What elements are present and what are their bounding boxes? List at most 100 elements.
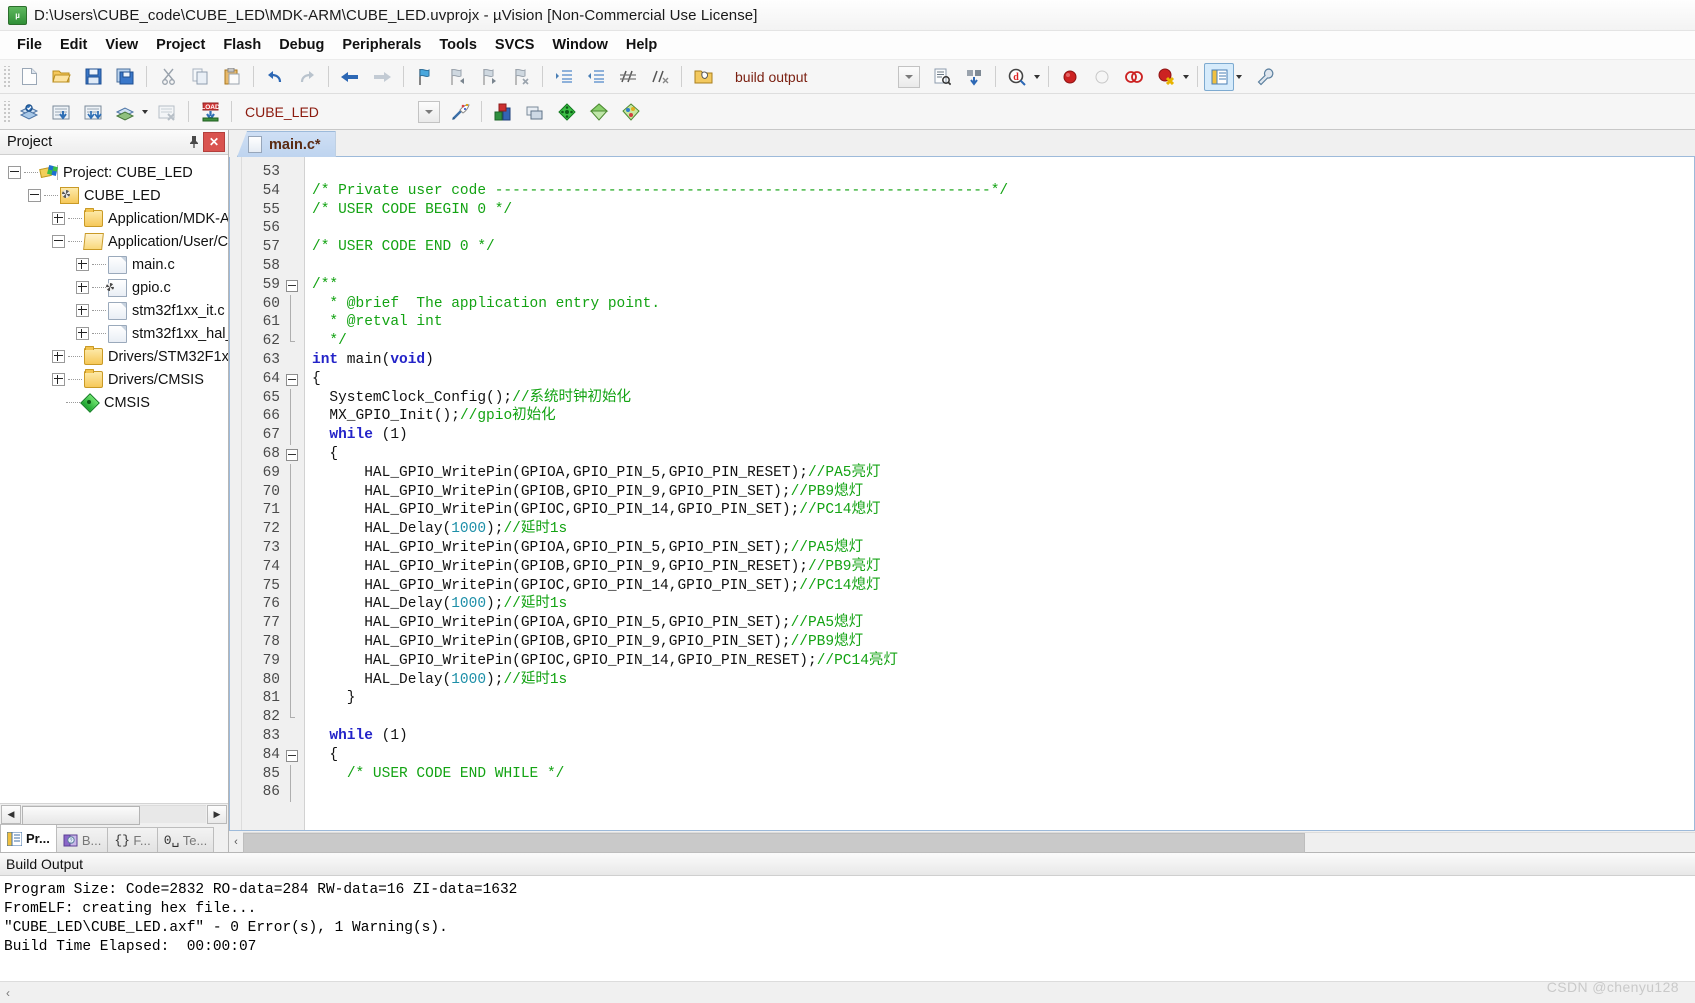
fold-collapse-icon[interactable]	[286, 373, 298, 386]
fold-collapse-icon[interactable]	[286, 279, 298, 292]
configure-build-output-icon[interactable]	[688, 63, 718, 91]
expander-plus-icon[interactable]	[52, 373, 65, 386]
menu-project[interactable]: Project	[147, 34, 214, 56]
fold-collapse-icon[interactable]	[286, 448, 298, 461]
build-output-scrollbar[interactable]: ‹	[0, 981, 1695, 1003]
stop-build-icon[interactable]	[152, 98, 182, 126]
build-icon[interactable]	[46, 98, 76, 126]
tab-project[interactable]: Pr...	[0, 824, 57, 852]
scroll-track[interactable]	[243, 832, 1695, 853]
manage-project-items-icon[interactable]	[445, 98, 475, 126]
menu-svcs[interactable]: SVCS	[486, 34, 544, 56]
tab-books[interactable]: ? B...	[55, 827, 109, 852]
menu-window[interactable]: Window	[543, 34, 616, 56]
outdent-icon[interactable]	[581, 63, 611, 91]
scroll-right-button[interactable]: ▶	[207, 804, 227, 824]
download-icon[interactable]: LOAD	[195, 98, 225, 126]
pin-icon[interactable]	[185, 133, 203, 151]
kill-all-breakpoints-icon[interactable]	[1151, 63, 1181, 91]
find-in-files-icon[interactable]	[927, 63, 957, 91]
bookmark-clear-icon[interactable]	[506, 63, 536, 91]
comment-icon[interactable]	[613, 63, 643, 91]
tree-item-drivers-cmsis[interactable]: Drivers/CMSIS	[0, 368, 228, 391]
toolbar-grip-2[interactable]	[2, 100, 10, 123]
tree-item-stm32f1xx-it-c[interactable]: stm32f1xx_it.c	[0, 299, 228, 322]
scroll-track[interactable]	[22, 805, 206, 825]
new-file-icon[interactable]	[14, 63, 44, 91]
scroll-left-button[interactable]: ◀	[1, 804, 21, 824]
scroll-thumb[interactable]	[22, 806, 140, 825]
close-icon[interactable]: ✕	[203, 132, 225, 152]
debug-search-dropdown-arrow[interactable]	[1034, 74, 1040, 79]
tree-item-gpio-c[interactable]: gpio.c	[0, 276, 228, 299]
expander-plus-icon[interactable]	[76, 281, 89, 294]
menu-debug[interactable]: Debug	[270, 34, 333, 56]
open-file-icon[interactable]	[46, 63, 76, 91]
configure-tools-icon[interactable]	[1251, 63, 1281, 91]
fold-marker[interactable]	[286, 445, 304, 464]
expander-minus-icon[interactable]	[8, 166, 21, 179]
batch-build-icon[interactable]	[110, 98, 140, 126]
redo-icon[interactable]	[292, 63, 322, 91]
tree-item-project[interactable]: Project: CUBE_LED	[0, 161, 228, 184]
scroll-left-button[interactable]: ‹	[0, 986, 16, 1000]
expander-plus-icon[interactable]	[76, 304, 89, 317]
target-select[interactable]: CUBE_LED	[237, 100, 441, 123]
scroll-thumb[interactable]	[243, 833, 1305, 853]
run-to-main-icon[interactable]	[584, 98, 614, 126]
cut-icon[interactable]	[153, 63, 183, 91]
manage-components-icon[interactable]	[520, 98, 550, 126]
copy-icon[interactable]	[185, 63, 215, 91]
project-horizontal-scrollbar[interactable]: ◀ ▶	[0, 803, 228, 825]
configuration-wizard-icon[interactable]	[616, 98, 646, 126]
scroll-left-button[interactable]: ‹	[229, 836, 243, 848]
editor-horizontal-scrollbar[interactable]: ‹	[229, 831, 1695, 853]
debug-search-icon[interactable]: d	[1002, 63, 1032, 91]
kill-breakpoint-icon[interactable]	[1087, 63, 1117, 91]
batch-build-dropdown-arrow[interactable]	[142, 109, 148, 114]
build-output-text[interactable]: Program Size: Code=2832 RO-data=284 RW-d…	[0, 876, 1695, 981]
build-output-select[interactable]: build output	[727, 65, 921, 88]
editor-tab-main-c[interactable]: main.c*	[237, 131, 336, 157]
fold-marker[interactable]	[286, 276, 304, 295]
breakpoints-dropdown-arrow[interactable]	[1183, 74, 1189, 79]
expander-minus-icon[interactable]	[52, 235, 65, 248]
target-dropdown-button[interactable]	[418, 100, 440, 123]
code-text[interactable]: /* Private user code -------------------…	[305, 157, 1694, 830]
expander-plus-icon[interactable]	[76, 258, 89, 271]
expander-plus-icon[interactable]	[52, 212, 65, 225]
expander-plus-icon[interactable]	[76, 327, 89, 340]
save-icon[interactable]	[78, 63, 108, 91]
menu-edit[interactable]: Edit	[51, 34, 96, 56]
menu-flash[interactable]: Flash	[214, 34, 270, 56]
tree-item-drivers-stm32f1xx[interactable]: Drivers/STM32F1xx_	[0, 345, 228, 368]
bookmark-prev-icon[interactable]	[442, 63, 472, 91]
menu-peripherals[interactable]: Peripherals	[333, 34, 430, 56]
bookmark-toggle-icon[interactable]	[410, 63, 440, 91]
tree-item-main-c[interactable]: main.c	[0, 253, 228, 276]
translate-icon[interactable]	[14, 98, 44, 126]
save-all-icon[interactable]	[110, 63, 140, 91]
fold-marker[interactable]	[286, 370, 304, 389]
insert-breakpoint-icon[interactable]	[1055, 63, 1085, 91]
pack-installer-icon[interactable]	[552, 98, 582, 126]
tab-functions[interactable]: {} F...	[107, 827, 158, 852]
toolbar-grip[interactable]	[2, 65, 10, 88]
fold-gutter[interactable]	[286, 157, 305, 830]
window-layout-dropdown-arrow[interactable]	[1236, 74, 1242, 79]
indent-icon[interactable]	[549, 63, 579, 91]
bookmark-next-icon[interactable]	[474, 63, 504, 91]
code-editor[interactable]: 53 54 55 56 57 58 59 60 61 62 63 64 65 66 67 68 69 70 71 72…	[229, 157, 1695, 831]
options-for-target-icon[interactable]	[488, 98, 518, 126]
tree-item-application-mdk[interactable]: Application/MDK-A	[0, 207, 228, 230]
tab-templates[interactable]: 0␣ Te...	[156, 827, 215, 852]
tree-item-application-user[interactable]: Application/User/C	[0, 230, 228, 253]
menu-file[interactable]: File	[8, 34, 51, 56]
build-output-dropdown-button[interactable]	[898, 65, 920, 88]
navigate-forward-icon[interactable]	[367, 63, 397, 91]
tree-item-stm32f1xx-hal-c[interactable]: stm32f1xx_hal_	[0, 322, 228, 345]
tree-item-cmsis[interactable]: CMSIS	[0, 391, 228, 414]
insert-icon[interactable]	[959, 63, 989, 91]
fold-collapse-icon[interactable]	[286, 749, 298, 762]
menu-tools[interactable]: Tools	[430, 34, 486, 56]
